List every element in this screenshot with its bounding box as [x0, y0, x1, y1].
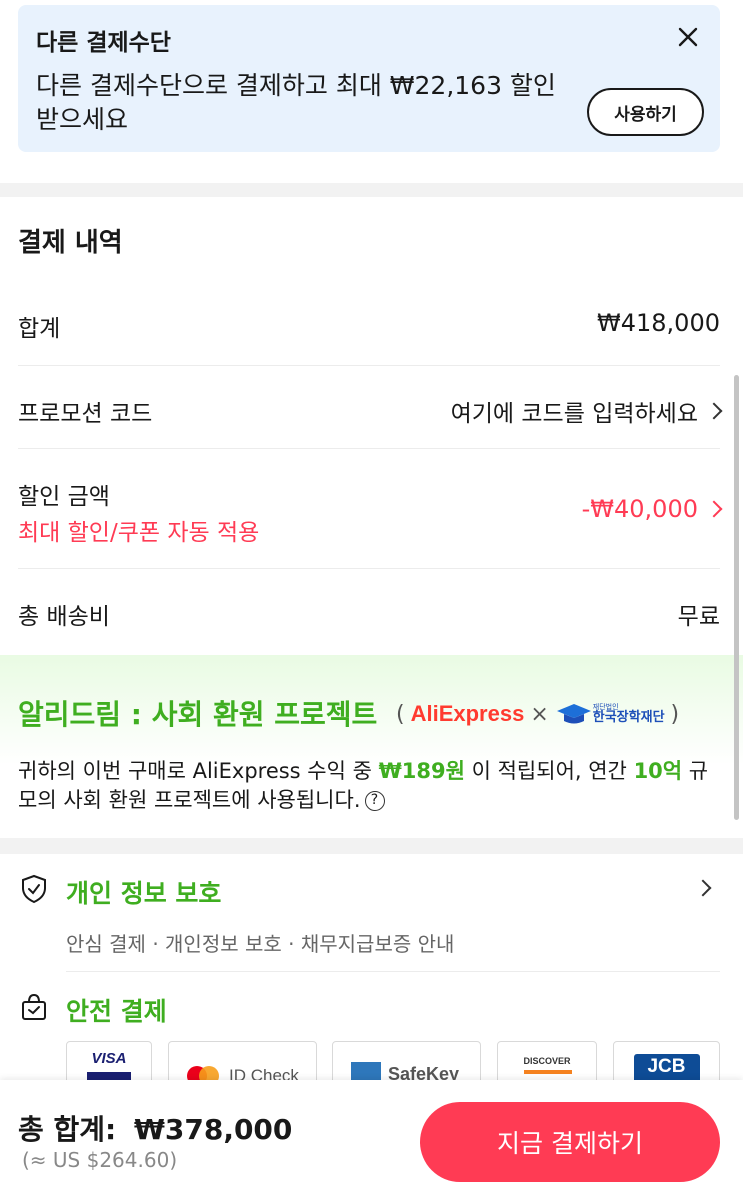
chevron-right-icon[interactable] [694, 879, 712, 897]
total-usd: (≈ US $264.60) [22, 1148, 178, 1172]
total-summary: 총 합계: ₩378,000 [18, 1108, 292, 1148]
pay-now-button[interactable]: 지금 결제하기 [420, 1102, 720, 1182]
kosaf-logo: 재단법인 한국장학재단 [555, 702, 665, 726]
id-check-text: ID Check [229, 1066, 299, 1081]
promo-code-row[interactable]: 프로모션 코드 여기에 코드를 입력하세요 [18, 366, 723, 449]
discount-row[interactable]: 할인 금액 최대 할인/쿠폰 자동 적용 -₩40,000 [18, 449, 723, 569]
visa-text: VISA [91, 1050, 127, 1067]
discount-value: -₩40,000 [581, 495, 698, 523]
shipping-row: 총 배송비 무료 [18, 569, 720, 655]
times-sign: × [530, 701, 549, 727]
summary-title: 결제 내역 [18, 228, 123, 258]
scrollbar[interactable] [734, 375, 739, 820]
dream-desc-part2: 이 적립되어, 연간 [464, 759, 634, 783]
safe-payment-title: 안전 결제 [66, 997, 167, 1026]
total-label: 총 합계: [18, 1113, 117, 1146]
checkout-bar: 총 합계: ₩378,000 (≈ US $264.60) 지금 결제하기 [0, 1080, 743, 1185]
shipping-value: 무료 [677, 604, 720, 630]
visa-card-logo: VISA [66, 1041, 152, 1081]
use-alt-payment-button[interactable]: 사용하기 [587, 88, 704, 136]
secure-bag-icon [18, 991, 50, 1023]
shipping-label: 총 배송비 [18, 604, 110, 630]
chevron-right-icon [705, 500, 723, 518]
section-divider [0, 838, 743, 854]
amex-safekey-logo: SafeKey [332, 1041, 481, 1081]
promo-placeholder: 여기에 코드를 입력하세요 [450, 401, 698, 427]
payment-card-logos: VISA ID Check SafeKey DISCOVER JCB [0, 1041, 743, 1081]
graduation-cap-icon [556, 704, 591, 724]
alt-payment-banner: 다른 결제수단 다른 결제수단으로 결제하고 최대 ₩22,163 할인받으세요… [18, 5, 720, 152]
dream-desc-part1: 귀하의 이번 구매로 AliExpress 수익 중 [18, 759, 379, 783]
dream-title: 알리드림 : 사회 환원 프로젝트 [18, 698, 378, 731]
subtotal-row: 합계 ₩418,000 [18, 283, 720, 366]
dream-scale: 10억 [633, 759, 683, 783]
banner-title: 다른 결제수단 [36, 30, 171, 56]
jcb-logo: JCB [613, 1041, 720, 1081]
ali-dream-section: 알리드림 : 사회 환원 프로젝트 ( AliExpress × 재단법인 한국… [0, 655, 743, 838]
chevron-right-icon [705, 402, 723, 420]
close-icon[interactable] [674, 23, 702, 51]
dream-partner-logos: ( AliExpress × 재단법인 한국장학재단 ) [396, 701, 679, 727]
dream-description: 귀하의 이번 구매로 AliExpress 수익 중 ₩189원 이 적립되어,… [18, 757, 718, 815]
safekey-text: SafeKey [388, 1064, 460, 1081]
banner-text: 다른 결제수단으로 결제하고 최대 ₩22,163 할인받으세요 [36, 71, 556, 134]
dream-amount: ₩189원 [378, 759, 465, 783]
discover-text: DISCOVER [523, 1056, 571, 1066]
discount-value-link[interactable]: -₩40,000 [581, 495, 723, 523]
jcb-text: JCB [647, 1056, 686, 1077]
discount-note: 최대 할인/쿠폰 자동 적용 [18, 520, 260, 546]
aliexpress-logo: AliExpress [410, 701, 525, 726]
subtotal-label: 합계 [18, 316, 61, 342]
close-paren: ) [670, 701, 680, 727]
open-paren: ( [396, 701, 405, 727]
discover-logo: DISCOVER [497, 1041, 597, 1081]
privacy-subtitle: 안심 결제 · 개인정보 보호 · 채무지급보증 안내 [66, 932, 455, 956]
discount-label: 할인 금액 [18, 484, 110, 510]
mastercard-idcheck-logo: ID Check [168, 1041, 317, 1081]
divider [66, 971, 720, 972]
shield-check-icon [18, 873, 50, 905]
privacy-title[interactable]: 개인 정보 보호 [66, 874, 221, 910]
section-divider [0, 183, 743, 197]
help-icon[interactable]: ? [364, 791, 385, 811]
promo-input-link[interactable]: 여기에 코드를 입력하세요 [450, 394, 723, 428]
subtotal-value: ₩418,000 [597, 309, 720, 337]
kosaf-name: 한국장학재단 [592, 710, 665, 725]
total-value: ₩378,000 [133, 1113, 293, 1146]
promo-label: 프로모션 코드 [18, 401, 153, 427]
